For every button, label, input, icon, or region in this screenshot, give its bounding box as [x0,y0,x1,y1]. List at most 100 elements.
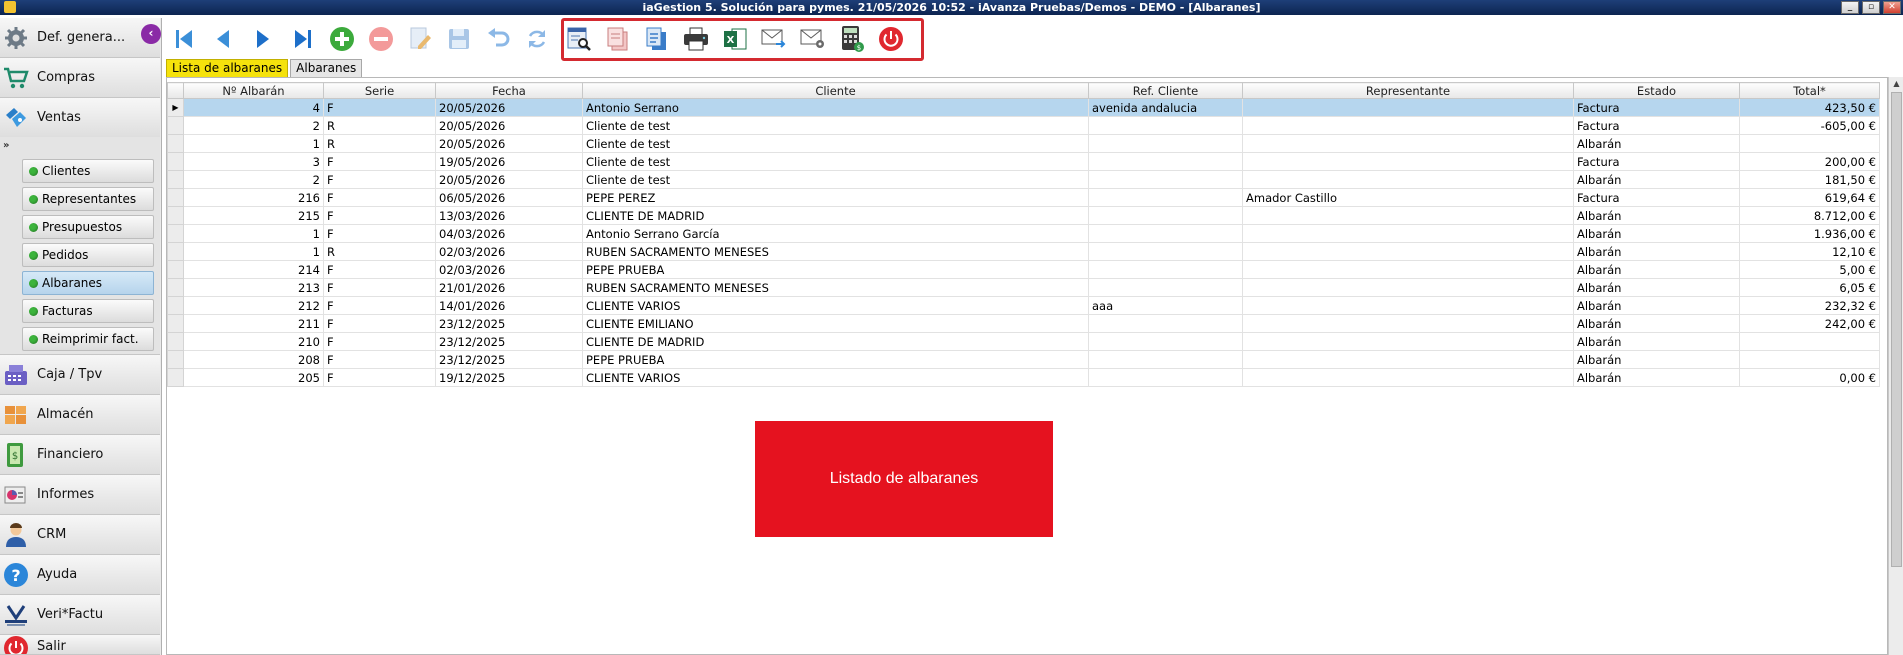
row-indicator[interactable] [167,134,184,153]
cell-ref-cliente[interactable] [1088,206,1243,225]
cell-serie[interactable]: F [323,188,436,207]
subitem-clientes[interactable]: Clientes [22,159,154,183]
cell-representante[interactable] [1242,152,1574,171]
cell-serie[interactable]: F [323,296,436,315]
cell-representante[interactable] [1242,314,1574,333]
table-row[interactable]: 1 F 04/03/2026 Antonio Serrano García Albará… [167,224,1880,243]
cell-total[interactable]: 200,00 € [1739,152,1880,171]
cell-numero[interactable]: 205 [183,368,324,387]
cell-estado[interactable]: Albarán [1573,368,1740,387]
cell-fecha[interactable]: 23/12/2025 [435,332,583,351]
column-header-fecha[interactable]: Fecha [435,82,583,99]
cell-numero[interactable]: 211 [183,314,324,333]
cell-cliente[interactable]: Cliente de test [582,152,1089,171]
tab-lista-de-albaranes[interactable]: Lista de albaranes [166,59,289,77]
table-row[interactable]: 212 F 14/01/2026 CLIENTE VARIOS aaa Albarán 23… [167,296,1880,315]
cell-fecha[interactable]: 20/05/2026 [435,134,583,153]
cell-estado[interactable]: Albarán [1573,260,1740,279]
sidebar-item-caja-tpv[interactable]: Caja / Tpv [0,355,160,395]
cell-ref-cliente[interactable] [1088,278,1243,297]
table-row[interactable]: 214 F 02/03/2026 PEPE PRUEBA Albarán 5,00 € [167,260,1880,279]
close-module-button[interactable] [875,23,907,55]
cell-serie[interactable]: F [323,350,436,369]
collapse-chevron-icon[interactable]: » [3,140,9,151]
column-header-cliente[interactable]: Cliente [582,82,1089,99]
minimize-button[interactable]: _ [1841,1,1859,14]
sidebar-item-crm[interactable]: CRM [0,515,160,555]
previous-record-button[interactable] [207,23,239,55]
cell-representante[interactable] [1242,224,1574,243]
subitem-reimprimir-fact[interactable]: Reimprimir fact. [22,327,154,351]
cell-cliente[interactable]: RUBEN SACRAMENTO MENESES [582,242,1089,261]
cell-fecha[interactable]: 02/03/2026 [435,260,583,279]
row-indicator[interactable] [167,206,184,225]
table-row[interactable]: 3 F 19/05/2026 Cliente de test Factura 200,00… [167,152,1880,171]
cell-cliente[interactable]: CLIENTE EMILIANO [582,314,1089,333]
cell-estado[interactable]: Albarán [1573,350,1740,369]
cell-estado[interactable]: Albarán [1573,224,1740,243]
cell-numero[interactable]: 214 [183,260,324,279]
cell-estado[interactable]: Factura [1573,188,1740,207]
column-header-representante[interactable]: Representante [1242,82,1574,99]
delete-record-button[interactable] [365,23,397,55]
cell-representante[interactable] [1242,296,1574,315]
table-row[interactable]: 215 F 13/03/2026 CLIENTE DE MADRID Albarán 8.… [167,206,1880,225]
cell-ref-cliente[interactable] [1088,368,1243,387]
cell-numero[interactable]: 208 [183,350,324,369]
table-row[interactable]: 1 R 20/05/2026 Cliente de test Albarán [167,134,1880,153]
cell-serie[interactable]: F [323,224,436,243]
cell-serie[interactable]: R [323,242,436,261]
cell-representante[interactable] [1242,170,1574,189]
cell-numero[interactable]: 1 [183,242,324,261]
column-header-serie[interactable]: Serie [323,82,436,99]
print-button[interactable] [680,23,712,55]
cell-cliente[interactable]: CLIENTE VARIOS [582,368,1089,387]
cell-representante[interactable] [1242,116,1574,135]
cell-total[interactable]: 8.712,00 € [1739,206,1880,225]
table-row[interactable]: 205 F 19/12/2025 CLIENTE VARIOS Albarán 0,00 … [167,368,1880,387]
row-indicator[interactable] [167,188,184,207]
cell-representante[interactable] [1242,368,1574,387]
cell-cliente[interactable]: CLIENTE DE MADRID [582,332,1089,351]
cell-cliente[interactable]: PEPE PEREZ [582,188,1089,207]
cell-numero[interactable]: 213 [183,278,324,297]
subitem-facturas[interactable]: Facturas [22,299,154,323]
cell-serie[interactable]: F [323,152,436,171]
row-indicator[interactable] [167,368,184,387]
cell-numero[interactable]: 1 [183,134,324,153]
cell-ref-cliente[interactable] [1088,350,1243,369]
row-indicator[interactable] [167,242,184,261]
column-header-estado[interactable]: Estado [1573,82,1740,99]
cell-ref-cliente[interactable] [1088,170,1243,189]
subitem-pedidos[interactable]: Pedidos [22,243,154,267]
collapse-sidebar-button[interactable]: ‹ [141,24,161,44]
sidebar-item-verifactu[interactable]: Veri*Factu [0,595,160,635]
row-indicator[interactable] [167,278,184,297]
vertical-scrollbar[interactable]: ▲ [1888,77,1903,655]
close-button[interactable]: ✕ [1883,1,1901,14]
column-header-numero[interactable]: Nº Albarán [183,82,324,99]
cell-estado[interactable]: Albarán [1573,206,1740,225]
cell-total[interactable]: 423,50 € [1739,98,1880,117]
add-record-button[interactable] [326,23,358,55]
email-settings-button[interactable] [797,23,829,55]
copy-document-button[interactable] [602,23,634,55]
cell-numero[interactable]: 3 [183,152,324,171]
cell-ref-cliente[interactable] [1088,332,1243,351]
cell-numero[interactable]: 210 [183,332,324,351]
sidebar-item-financiero[interactable]: $ Financiero [0,435,160,475]
cell-total[interactable]: 0,00 € [1739,368,1880,387]
cell-representante[interactable]: Amador Castillo [1242,188,1574,207]
table-row[interactable]: ▶ 4 F 20/05/2026 Antonio Serrano avenida anda… [167,98,1880,117]
cell-fecha[interactable]: 20/05/2026 [435,170,583,189]
cell-ref-cliente[interactable] [1088,152,1243,171]
cell-total[interactable] [1739,134,1880,153]
row-indicator[interactable] [167,314,184,333]
table-row[interactable]: 211 F 23/12/2025 CLIENTE EMILIANO Albarán 242… [167,314,1880,333]
cell-fecha[interactable]: 02/03/2026 [435,242,583,261]
cell-total[interactable]: 619,64 € [1739,188,1880,207]
cell-representante[interactable] [1242,242,1574,261]
row-indicator[interactable] [167,224,184,243]
cell-estado[interactable]: Factura [1573,116,1740,135]
sidebar-item-almacen[interactable]: Almacén [0,395,160,435]
